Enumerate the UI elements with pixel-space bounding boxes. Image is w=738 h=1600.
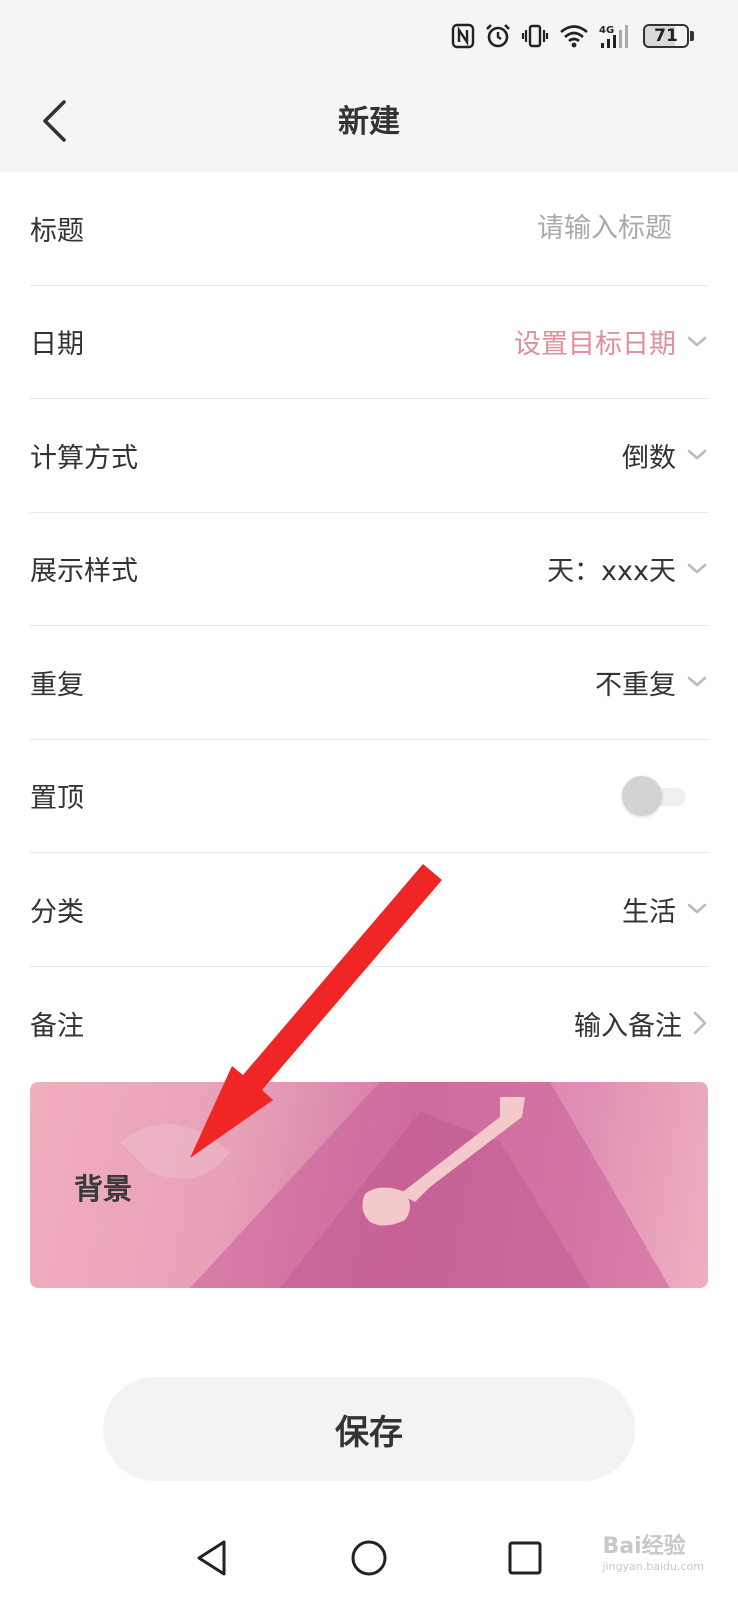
background-picker[interactable]: 背景 bbox=[30, 1082, 708, 1288]
vibrate-icon bbox=[521, 23, 549, 49]
wifi-icon bbox=[559, 24, 589, 48]
title-row: 标题 bbox=[30, 172, 708, 286]
toggle-knob bbox=[622, 775, 662, 816]
recents-square-icon bbox=[507, 1540, 543, 1580]
battery-icon: 71 bbox=[643, 24, 694, 48]
note-row[interactable]: 备注 输入备注 bbox=[30, 967, 708, 1081]
chevron-right-icon bbox=[692, 1010, 708, 1036]
top-bar: 4G 71 新建 bbox=[0, 0, 738, 172]
chevron-down-icon bbox=[686, 675, 708, 689]
nav-back-button[interactable] bbox=[172, 1520, 252, 1600]
chevron-down-icon bbox=[686, 448, 708, 462]
note-label: 备注 bbox=[30, 1010, 84, 1042]
4g-signal-icon: 4G bbox=[599, 23, 633, 49]
display-style-selector[interactable]: 天：xxx天 bbox=[547, 549, 708, 588]
nav-home-button[interactable] bbox=[329, 1520, 409, 1600]
calc-method-label: 计算方式 bbox=[30, 442, 138, 474]
display-style-label: 展示样式 bbox=[30, 556, 138, 588]
category-label: 分类 bbox=[30, 896, 84, 928]
date-row[interactable]: 日期 设置目标日期 bbox=[30, 286, 708, 399]
status-bar: 4G 71 bbox=[451, 20, 694, 52]
note-entry[interactable]: 输入备注 bbox=[574, 1004, 708, 1043]
battery-tip bbox=[690, 31, 694, 41]
alarm-icon bbox=[485, 23, 511, 49]
date-value: 设置目标日期 bbox=[514, 329, 676, 361]
pin-label: 置顶 bbox=[30, 783, 84, 815]
calc-method-value: 倒数 bbox=[622, 442, 676, 474]
nfc-icon bbox=[451, 23, 475, 49]
watermark-text: Bai经验 bbox=[602, 1534, 686, 1559]
category-value: 生活 bbox=[622, 896, 676, 928]
display-style-row[interactable]: 展示样式 天：xxx天 bbox=[30, 513, 708, 626]
chevron-down-icon bbox=[686, 335, 708, 349]
date-selector[interactable]: 设置目标日期 bbox=[514, 322, 708, 361]
repeat-row[interactable]: 重复 不重复 bbox=[30, 626, 708, 740]
screen: 4G 71 新建 标题 日期 设置目标日期 bbox=[0, 0, 738, 1600]
battery-level: 71 bbox=[643, 24, 689, 48]
note-value: 输入备注 bbox=[574, 1010, 682, 1042]
nav-recents-button[interactable] bbox=[485, 1520, 565, 1600]
category-row[interactable]: 分类 生活 bbox=[30, 853, 708, 967]
category-selector[interactable]: 生活 bbox=[622, 890, 708, 929]
pin-row: 置顶 bbox=[30, 740, 708, 853]
repeat-label: 重复 bbox=[30, 669, 84, 701]
svg-text:4G: 4G bbox=[599, 25, 614, 36]
background-label: 背景 bbox=[74, 1172, 133, 1206]
save-button[interactable]: 保存 bbox=[103, 1377, 635, 1481]
new-event-form: 标题 日期 设置目标日期 计算方式 倒数 展示样式 bbox=[30, 172, 708, 1080]
calc-method-row[interactable]: 计算方式 倒数 bbox=[30, 399, 708, 513]
page-title: 新建 bbox=[338, 104, 400, 140]
title-label: 标题 bbox=[30, 215, 84, 247]
repeat-selector[interactable]: 不重复 bbox=[595, 663, 708, 702]
chevron-down-icon bbox=[686, 562, 708, 576]
watermark: Bai经验 jingyan.baidu.com bbox=[602, 1528, 704, 1573]
back-triangle-icon bbox=[194, 1538, 230, 1582]
chevron-down-icon bbox=[686, 902, 708, 916]
calc-method-selector[interactable]: 倒数 bbox=[622, 436, 708, 475]
date-label: 日期 bbox=[30, 329, 84, 361]
display-style-value: 天：xxx天 bbox=[547, 556, 676, 588]
pin-toggle[interactable] bbox=[622, 775, 686, 816]
home-circle-icon bbox=[349, 1538, 389, 1582]
title-input[interactable] bbox=[312, 212, 672, 244]
watermark-subtext: jingyan.baidu.com bbox=[602, 1560, 704, 1573]
repeat-value: 不重复 bbox=[595, 669, 676, 701]
